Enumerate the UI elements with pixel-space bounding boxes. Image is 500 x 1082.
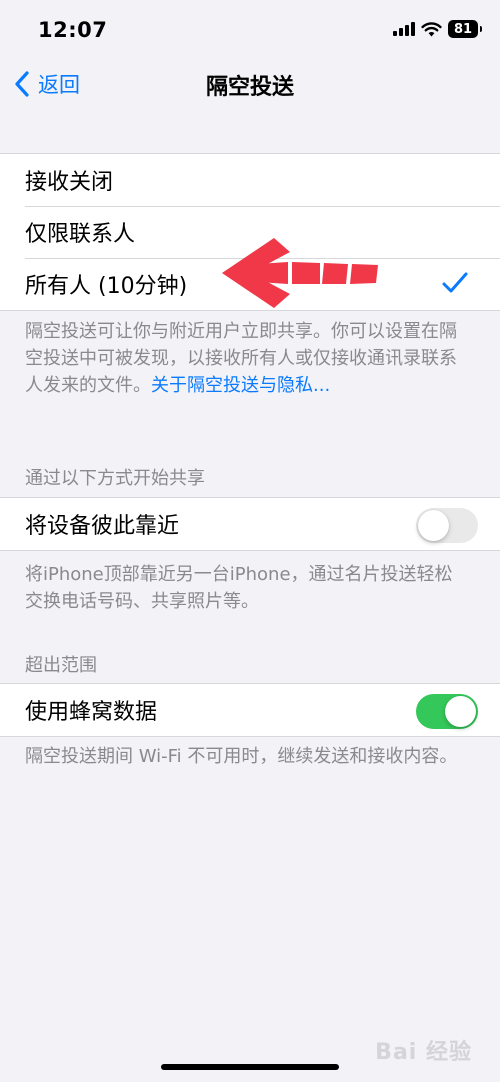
battery-level: 81 [453,21,473,37]
toggle-knob [445,696,476,727]
toggle-knob [418,510,449,541]
row-label: 将设备彼此靠近 [25,514,180,539]
checkmark-icon [442,272,468,293]
page-title: 隔空投送 [205,75,294,100]
option-label: 接收关闭 [25,170,114,195]
home-indicator[interactable] [161,1064,339,1070]
out-of-range-group: 使用蜂窝数据 [0,683,500,737]
use-cellular-data-row: 使用蜂窝数据 [0,684,500,736]
status-bar: 12:07 81 [0,0,500,58]
receive-options-group: 接收关闭 仅限联系人 所有人 (10分钟) [0,153,500,311]
option-label: 仅限联系人 [25,222,136,247]
option-label: 所有人 (10分钟) [25,274,188,299]
option-contacts-only[interactable]: 仅限联系人 [0,206,500,258]
airdrop-privacy-link[interactable]: 关于隔空投送与隐私... [151,375,330,396]
cellular-signal-icon [393,22,415,36]
bring-devices-together-toggle[interactable] [416,508,478,543]
start-sharing-group: 将设备彼此靠近 [0,497,500,551]
bring-devices-together-row: 将设备彼此靠近 [0,498,500,550]
row-label: 使用蜂窝数据 [25,700,158,725]
out-of-range-header: 超出范围 [25,655,97,676]
start-sharing-footer: 将iPhone顶部靠近另一台iPhone，通过名片投送轻松交换电话号码、共享照片… [25,564,453,612]
status-icons: 81 [393,20,482,38]
use-cellular-data-toggle[interactable] [416,694,478,729]
baidu-watermark: Bai 经验 [375,1040,472,1065]
wifi-icon [421,21,442,36]
status-time: 12:07 [38,18,108,42]
option-everyone-10-minutes[interactable]: 所有人 (10分钟) [0,258,500,310]
navigation-bar: 返回 隔空投送 [0,58,500,110]
option-receiving-off[interactable]: 接收关闭 [0,154,500,206]
battery-icon: 81 [448,20,482,38]
start-sharing-header: 通过以下方式开始共享 [25,468,205,489]
out-of-range-footer: 隔空投送期间 Wi-Fi 不可用时，继续发送和接收内容。 [25,746,458,767]
receive-options-footer: 隔空投送可让你与附近用户立即共享。你可以设置在隔空投送中可被发现，以接收所有人或… [25,318,465,399]
